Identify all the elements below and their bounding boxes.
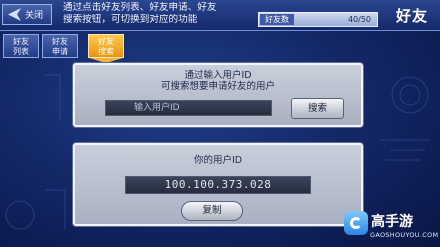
watermark-logo-icon: [344, 211, 368, 235]
search-instruction-2: 可搜索想要申请好友的用户: [160, 81, 275, 92]
tab-friend-requests-label-2: 申请: [52, 47, 68, 56]
search-panel: 通过输入用户ID 可搜索想要申请好友的用户 输入用户ID 搜索: [73, 63, 363, 127]
hint-line-1: 通过点击好友列表、好友申请、好友: [63, 2, 217, 13]
tab-friend-requests-label-1: 好友: [52, 37, 68, 46]
tab-friend-requests[interactable]: 好友 申请: [42, 34, 78, 58]
section-title: 好友: [395, 7, 428, 25]
friend-count-label: 好友数: [260, 14, 294, 25]
user-id-display: 100.100.373.028: [125, 176, 311, 194]
back-arrow-icon: [8, 8, 21, 21]
user-id-title: 你的用户ID: [193, 155, 243, 166]
user-id-search-input[interactable]: 输入用户ID: [105, 100, 272, 116]
watermark: 高手游 GAOSHOUYOU.COM: [344, 209, 440, 247]
search-button[interactable]: 搜索: [291, 98, 344, 119]
tab-friend-search-label-2: 搜索: [98, 47, 114, 56]
friend-count-badge: 好友数 40/50: [258, 12, 378, 27]
hint-text: 通过点击好友列表、好友申请、好友 搜索按钮，可切换到对应的功能: [63, 2, 263, 26]
hint-line-2: 搜索按钮，可切换到对应的功能: [63, 14, 198, 25]
search-instruction-1: 通过输入用户ID: [184, 70, 252, 81]
close-button[interactable]: 关闭: [2, 4, 52, 25]
tab-friend-search-label-1: 好友: [98, 37, 114, 46]
tab-friend-list-label-2: 列表: [13, 47, 29, 56]
tab-friend-list[interactable]: 好友 列表: [3, 34, 39, 58]
top-bar: 关闭 通过点击好友列表、好友申请、好友 搜索按钮，可切换到对应的功能 好友数 4…: [0, 0, 440, 31]
tab-friend-list-label-1: 好友: [13, 37, 29, 46]
tab-friend-search[interactable]: 好友 搜索: [88, 34, 124, 58]
copy-button[interactable]: 复制: [181, 201, 243, 221]
friend-count-value: 40/50: [347, 15, 371, 24]
watermark-name: 高手游: [371, 214, 413, 230]
watermark-url: GAOSHOUYOU.COM: [370, 231, 439, 239]
close-label: 关闭: [25, 11, 44, 21]
user-id-panel: 你的用户ID 100.100.373.028 复制: [73, 143, 363, 226]
